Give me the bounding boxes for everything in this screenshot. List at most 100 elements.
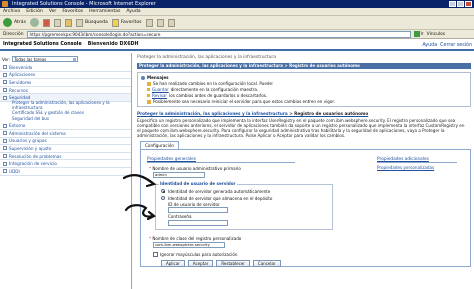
required-marker: * <box>149 236 152 241</box>
sidebar-item-label: Bienvenido <box>9 64 33 70</box>
identity-legend: Identidad de usuario de servidor <box>159 181 237 186</box>
star-icon <box>111 18 119 27</box>
help-link[interactable]: Ayuda <box>422 43 437 48</box>
sidebar-item-usuarios[interactable]: Usuarios y grupos <box>0 138 131 146</box>
welcome-text: Bienvenido DX6DH <box>87 42 139 47</box>
favorites-button[interactable]: Favoritos <box>111 18 142 27</box>
back-button[interactable]: Atrás <box>3 18 26 27</box>
menu-archivo[interactable]: Archivo <box>3 9 20 14</box>
menu-favoritos[interactable]: Favoritos <box>62 9 83 14</box>
print-button[interactable] <box>167 18 175 27</box>
sidebar-item-entorno[interactable]: Entorno <box>0 122 131 130</box>
expand-icon <box>3 65 7 70</box>
address-input[interactable]: https://pgremenkpx:9043/ibm/console/logi… <box>26 30 411 38</box>
ignore-case-checkbox[interactable] <box>153 252 158 257</box>
ignore-case-label: Ignorar mayúsculas para autorización <box>160 252 238 257</box>
sidebar-item-label: Supervisión y ajuste <box>9 145 52 151</box>
window-title-bar: Integrated Solutions Console - Microsoft… <box>0 0 474 8</box>
admin-user-input[interactable]: admin <box>153 172 205 178</box>
address-label: Dirección <box>3 31 24 37</box>
close-window-button[interactable] <box>465 1 472 7</box>
page-description: Especifica un registro personalizado que… <box>137 118 465 138</box>
classname-input[interactable]: com.ibm.websphere.security <box>153 242 225 248</box>
expand-icon <box>3 88 7 93</box>
menu-edicion[interactable]: Edición <box>26 9 43 14</box>
tab-configuracion[interactable]: Configuración <box>140 141 180 149</box>
sidebar-item-recursos[interactable]: Recursos <box>0 87 131 95</box>
expand-icon <box>3 161 7 166</box>
sidebar-item-integracion[interactable]: Integración de servicio <box>0 160 131 168</box>
sidebar-item-administracion[interactable]: Administración del sistema <box>0 130 131 138</box>
section-suffix: > Registro de usuarios autónomo <box>287 111 369 116</box>
refresh-button[interactable] <box>53 18 61 27</box>
bullet-icon <box>147 88 150 91</box>
expand-icon <box>3 80 7 85</box>
window-title: Integrated Solutions Console - Microsoft… <box>12 1 156 7</box>
stored-identity-radio[interactable] <box>161 196 165 200</box>
task-filter-select[interactable]: Todas las tareas <box>12 56 79 62</box>
sidebar-item-label: Administración del sistema <box>9 130 66 136</box>
sidebar-subitem-proteger[interactable]: Proteger la administración, las aplicaci… <box>0 100 131 110</box>
review-link[interactable]: Revisar <box>152 93 167 98</box>
classname-label-text: Nombre de clase del registro personaliza… <box>152 236 242 241</box>
maximize-button[interactable] <box>457 1 464 7</box>
warning-icon <box>147 99 151 104</box>
back-label: Atrás <box>14 20 26 25</box>
forward-button[interactable] <box>29 18 39 27</box>
search-icon <box>75 18 83 27</box>
history-button[interactable] <box>145 18 153 27</box>
messages-title: Mensajes <box>147 75 169 80</box>
sidebar-item-servidores[interactable]: Servidores <box>0 79 131 87</box>
save-link[interactable]: Guardar <box>152 87 169 92</box>
sidebar-item-aplicaciones[interactable]: Aplicaciones <box>0 72 131 80</box>
main-content: Proteger la administración, las aplicaci… <box>134 53 474 289</box>
server-user-input[interactable] <box>168 207 228 213</box>
reset-button[interactable]: Restablecer <box>216 260 250 267</box>
expand-icon <box>3 138 7 143</box>
sidebar-item-label: Entorno <box>9 123 26 129</box>
search-button[interactable]: Búsqueda <box>75 18 108 27</box>
stop-button[interactable] <box>42 18 50 27</box>
expand-icon <box>3 123 7 128</box>
sidebar-item-supervision[interactable]: Supervisión y ajuste <box>0 145 131 153</box>
sidebar-item-label: Servidores <box>9 79 32 85</box>
console-brand: Integrated Solutions Console <box>3 42 82 47</box>
cancel-button[interactable]: Cancelar <box>252 260 281 267</box>
annotation-arrows <box>122 174 157 221</box>
ie-icon <box>2 1 8 7</box>
view-filter: Ver: Todas las tareas <box>0 53 131 64</box>
logout-link[interactable]: Cerrar sesión <box>440 43 472 48</box>
admin-user-label: * Nombre de usuario administrativo prima… <box>149 166 241 171</box>
apply-button[interactable]: Aplicar <box>161 260 185 267</box>
minimize-button[interactable] <box>449 1 456 7</box>
section-link[interactable]: Proteger la administración, las aplicaci… <box>137 111 288 116</box>
back-arrow-icon <box>3 18 12 27</box>
restart-warning: Posiblemente sea necesario reiniciar el … <box>153 99 335 104</box>
mail-button[interactable] <box>156 18 164 27</box>
sidebar-item-label: Usuarios y grupos <box>9 138 47 144</box>
admin-user-label-text: Nombre de usuario administrativo primari… <box>152 166 241 171</box>
go-arrow-icon <box>413 31 420 37</box>
page-title-bar: Proteger la administración, las aplicaci… <box>137 63 471 69</box>
sidebar-item-resolucion[interactable]: Resolución de problemas <box>0 153 131 161</box>
sidebar-item-label: UDDI <box>9 168 20 174</box>
password-input[interactable] <box>168 220 228 226</box>
sidebar-item-uddi[interactable]: UDDI <box>0 168 131 176</box>
menu-ayuda[interactable]: Ayuda <box>126 9 140 14</box>
ok-button[interactable]: Aceptar <box>187 260 214 267</box>
menu-herramientas[interactable]: Herramientas <box>89 9 120 14</box>
go-button[interactable]: Ir <box>413 31 424 37</box>
custom-properties-link[interactable]: Propiedades personalizadas <box>377 165 434 170</box>
links-label[interactable]: Vínculos <box>427 32 445 37</box>
generated-identity-radio[interactable] <box>161 189 165 193</box>
review-text: los cambios antes de guardarlos o descar… <box>169 93 268 98</box>
expand-icon <box>3 131 7 136</box>
menu-ver[interactable]: Ver <box>49 9 57 14</box>
sidebar-item-bienvenido[interactable]: Bienvenido <box>0 64 131 72</box>
sidebar-item-label: Resolución de problemas <box>9 153 62 159</box>
sidebar-item-label: Integración de servicio <box>9 161 57 167</box>
sidebar-subitem-bus[interactable]: Seguridad del bus <box>0 116 131 123</box>
expand-icon <box>3 169 7 174</box>
home-button[interactable] <box>64 18 72 27</box>
warning-icon <box>147 81 151 86</box>
